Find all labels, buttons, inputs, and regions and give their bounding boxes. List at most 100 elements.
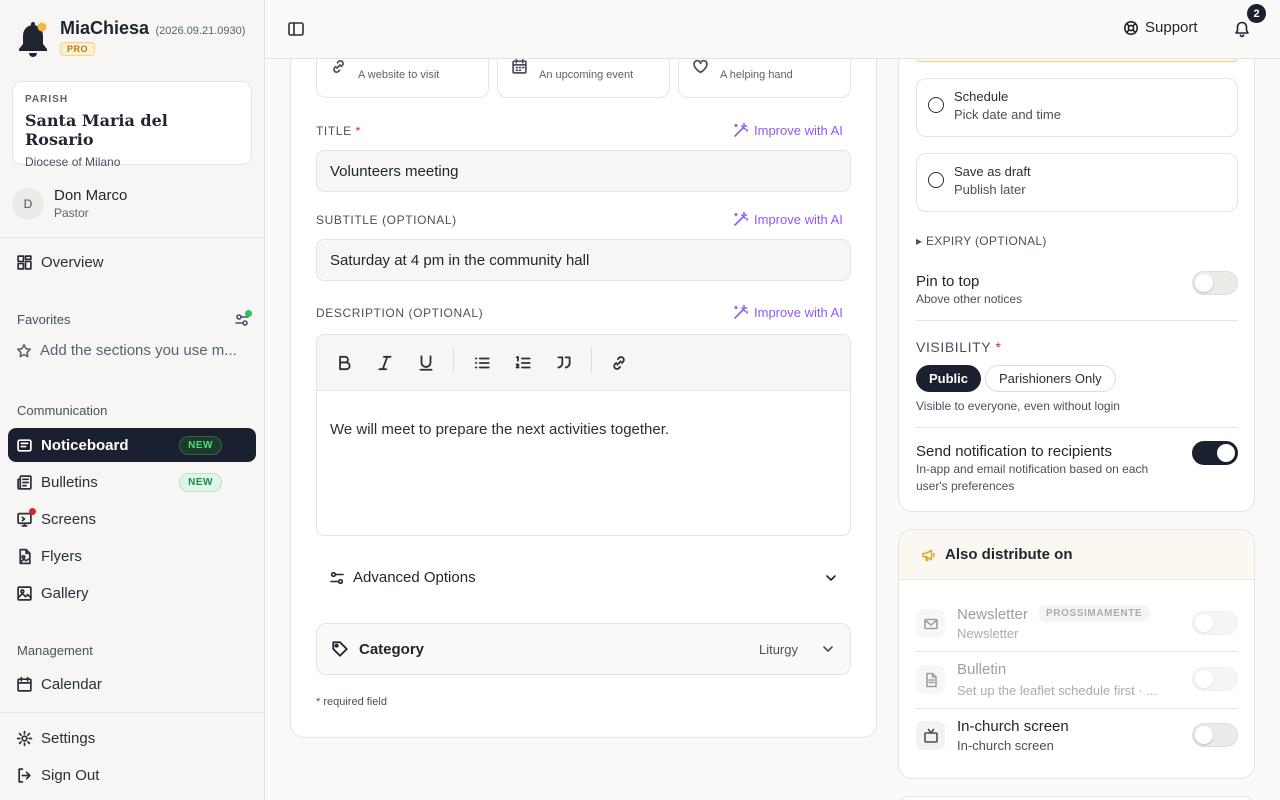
calendar-icon — [17, 676, 32, 692]
user-profile[interactable]: D Don Marco Pastor — [12, 187, 127, 220]
noticeboard-icon — [17, 438, 32, 452]
bell-icon[interactable] — [1233, 20, 1251, 38]
sidebar-item-calendar[interactable]: Calendar — [8, 667, 256, 701]
in-church-screen-toggle[interactable] — [1192, 723, 1238, 747]
bold-icon[interactable] — [335, 354, 353, 372]
title-input[interactable]: Volunteers meeting — [316, 150, 851, 192]
newsletter-subtitle: Newsletter — [957, 626, 1019, 641]
sidebar-item-settings[interactable]: Settings — [8, 721, 256, 755]
schedule-subtitle: Pick date and time — [954, 107, 1061, 122]
support-label: Support — [1145, 19, 1198, 36]
numbered-list-icon[interactable] — [514, 354, 532, 372]
improve-title-ai-button[interactable]: Improve with AI — [733, 122, 843, 138]
advanced-options-label: Advanced Options — [353, 569, 476, 586]
magic-wand-icon — [734, 122, 748, 137]
required-note: * required field — [316, 696, 387, 708]
sidebar-item-label: Screens — [41, 510, 97, 528]
calendar-icon — [512, 58, 527, 74]
tv-icon-wrap — [916, 721, 945, 750]
title-label: TITLE * — [316, 124, 361, 138]
notify-toggle[interactable] — [1192, 441, 1238, 465]
bulletin-subtitle: Set up the leaflet schedule first · ... — [957, 683, 1158, 698]
support-button[interactable]: Support — [1123, 19, 1198, 36]
title-label-text: TITLE — [316, 124, 352, 138]
expiry-toggle[interactable]: ▸ EXPIRY (OPTIONAL) — [916, 234, 1047, 248]
improve-subtitle-ai-button[interactable]: Improve with AI — [733, 211, 843, 227]
coming-soon-badge: PROSSIMAMENTE — [1038, 605, 1151, 622]
tag-icon — [332, 641, 348, 657]
mail-icon — [923, 618, 938, 629]
draft-subtitle: Publish later — [954, 182, 1026, 197]
favorites-settings-icon[interactable] — [234, 310, 252, 328]
draft-title: Save as draft — [954, 164, 1031, 179]
schedule-option[interactable]: Schedule Pick date and time — [916, 78, 1238, 137]
distribute-header: Also distribute on — [899, 530, 1254, 580]
sidebar-item-flyers[interactable]: Flyers — [8, 539, 256, 573]
sidebar-item-bulletins[interactable]: Bulletins NEW — [8, 465, 256, 499]
screens-icon-wrap — [16, 507, 36, 528]
category-select[interactable]: Category Liturgy — [316, 623, 851, 675]
sidebar-item-sign-out[interactable]: Sign Out — [8, 758, 256, 792]
subtitle-input[interactable]: Saturday at 4 pm in the community hall — [316, 239, 851, 281]
avatar: D — [12, 187, 44, 220]
bullet-list-icon[interactable] — [473, 354, 491, 372]
app-name: MiaChiesa — [60, 18, 150, 38]
topbar: Support 2 — [265, 0, 1280, 59]
editor-body[interactable]: We will meet to prepare the next activit… — [317, 391, 850, 468]
toolbar-separator — [453, 347, 454, 373]
subtitle-value: Saturday at 4 pm in the community hall — [330, 251, 590, 269]
bulletin-toggle[interactable] — [1192, 667, 1238, 691]
required-asterisk: * — [995, 339, 1002, 355]
sidebar-toggle-icon[interactable] — [287, 20, 305, 38]
sidebar-item-noticeboard[interactable]: Noticeboard NEW — [8, 428, 256, 462]
notification-count-badge: 2 — [1247, 4, 1266, 23]
sidebar-item-label: Flyers — [41, 547, 82, 565]
sidebar-item-screens[interactable]: Screens — [8, 502, 256, 536]
distribute-title: Also distribute on — [945, 546, 1073, 563]
improve-description-ai-button[interactable]: Improve with AI — [733, 304, 843, 320]
type-subtitle: A website to visit — [358, 69, 440, 81]
visibility-label-text: VISIBILITY — [916, 339, 991, 355]
favorites-dot — [245, 310, 252, 317]
sidebar-item-gallery[interactable]: Gallery — [8, 576, 256, 610]
toggle-knob — [1195, 614, 1213, 632]
in-church-screen-subtitle: In-church screen — [957, 738, 1054, 753]
mail-icon-wrap — [916, 609, 945, 638]
advanced-options-toggle[interactable]: Advanced Options — [329, 569, 839, 586]
divider — [916, 708, 1238, 709]
pin-subtitle: Above other notices — [916, 292, 1023, 306]
link-icon[interactable] — [610, 354, 628, 372]
logout-icon — [18, 767, 31, 783]
user-role: Pastor — [54, 206, 89, 220]
selected-option-edge — [916, 59, 1238, 62]
visibility-hint: Visible to everyone, even without login — [916, 399, 1120, 413]
toggle-knob — [1195, 726, 1213, 744]
sidebar-item-label: Gallery — [41, 584, 89, 602]
sliders-icon — [330, 571, 344, 584]
draft-radio[interactable] — [928, 172, 944, 188]
notify-title: Send notification to recipients — [916, 443, 1112, 460]
user-name: Don Marco — [54, 187, 128, 204]
newspaper-icon — [17, 474, 32, 490]
italic-icon[interactable] — [376, 354, 394, 372]
sidebar-item-overview[interactable]: Overview — [8, 245, 256, 279]
pin-toggle[interactable] — [1192, 271, 1238, 295]
description-editor[interactable]: We will meet to prepare the next activit… — [316, 334, 851, 536]
schedule-radio[interactable] — [928, 97, 944, 113]
draft-option[interactable]: Save as draft Publish later — [916, 153, 1238, 212]
favorites-add[interactable]: Add the sections you use m... — [16, 342, 248, 359]
brand[interactable]: MiaChiesa (2026.09.21.0930) PRO — [16, 18, 245, 60]
document-icon-wrap — [916, 665, 945, 694]
parish-card[interactable]: PARISH Santa Maria del Rosario Diocese o… — [12, 81, 252, 169]
notify-subtitle: In-app and email notification based on e… — [916, 462, 1149, 493]
quote-icon[interactable] — [555, 354, 573, 372]
visibility-parishioners-button[interactable]: Parishioners Only — [985, 365, 1116, 392]
parish-name: Santa Maria del Rosario — [25, 111, 168, 149]
next-card-edge — [898, 796, 1255, 800]
type-subtitle: An upcoming event — [539, 69, 634, 81]
underline-icon[interactable] — [417, 354, 435, 372]
parish-kicker: PARISH — [25, 94, 69, 105]
link-icon — [333, 60, 344, 73]
visibility-public-button[interactable]: Public — [916, 365, 982, 392]
newsletter-toggle[interactable] — [1192, 611, 1238, 635]
